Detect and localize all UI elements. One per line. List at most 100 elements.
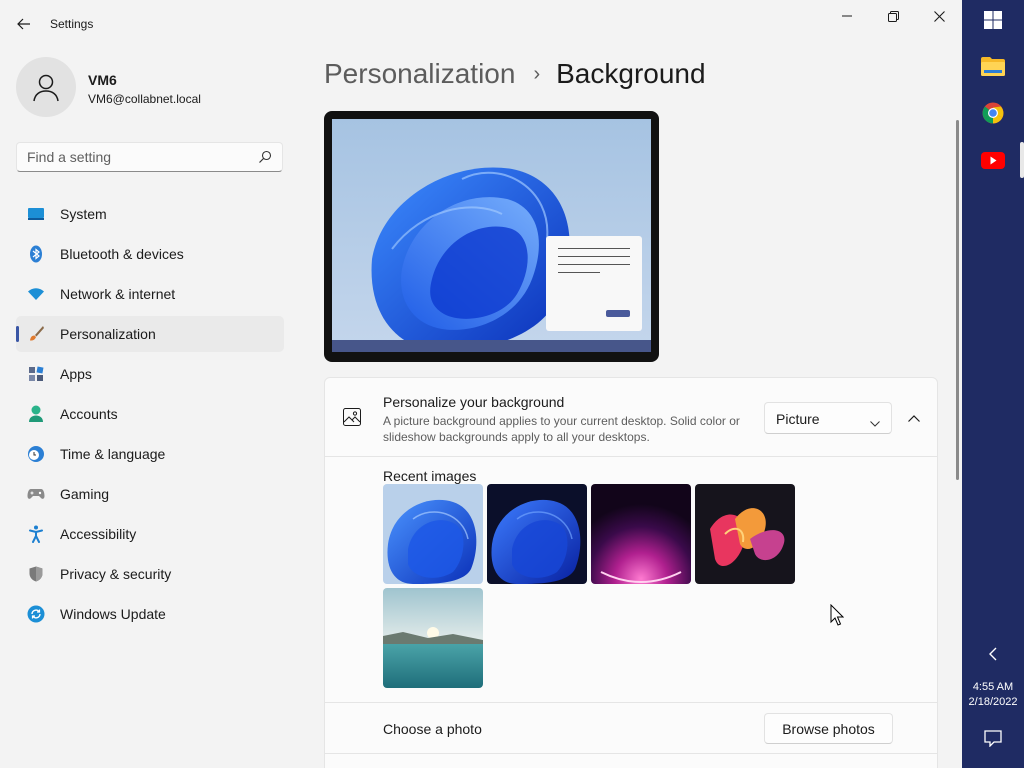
sidebar-item-label: Accessibility bbox=[60, 526, 137, 542]
page-title: Background bbox=[556, 58, 706, 89]
sidebar-item-accounts[interactable]: Accounts bbox=[16, 396, 284, 432]
taskbar-clock[interactable]: 4:55 AM 2/18/2022 bbox=[962, 680, 1024, 710]
background-type-dropdown[interactable]: Picture bbox=[764, 402, 892, 434]
shield-icon bbox=[27, 565, 45, 583]
search-box[interactable] bbox=[16, 142, 283, 172]
wifi-icon bbox=[27, 285, 45, 303]
close-icon bbox=[933, 10, 945, 22]
title-bar: Settings bbox=[0, 0, 962, 48]
taskbar-youtube[interactable] bbox=[977, 144, 1009, 176]
taskbar-file-explorer[interactable] bbox=[977, 50, 1009, 82]
sidebar-item-label: Time & language bbox=[60, 446, 166, 462]
preview-sample-window bbox=[546, 236, 642, 331]
clock-date: 2/18/2022 bbox=[968, 696, 1018, 708]
bluetooth-icon bbox=[27, 245, 45, 263]
sidebar-item-personalization[interactable]: Personalization bbox=[16, 316, 284, 352]
personalize-title: Personalize your background bbox=[383, 394, 565, 410]
breadcrumb-parent[interactable]: Personalization bbox=[324, 58, 515, 90]
glow-purple-image bbox=[591, 484, 691, 584]
accounts-icon bbox=[27, 405, 45, 423]
sidebar-item-label: Apps bbox=[60, 366, 92, 382]
sidebar-item-label: Windows Update bbox=[60, 606, 166, 622]
restore-button[interactable] bbox=[870, 0, 916, 32]
gamepad-icon bbox=[27, 485, 45, 503]
selection-indicator bbox=[16, 326, 19, 342]
browse-photos-button[interactable]: Browse photos bbox=[764, 713, 893, 744]
minimize-icon bbox=[842, 15, 852, 17]
back-arrow-icon bbox=[17, 18, 30, 30]
sidebar-item-privacy[interactable]: Privacy & security bbox=[16, 556, 284, 592]
sidebar-item-gaming[interactable]: Gaming bbox=[16, 476, 284, 512]
minimize-button[interactable] bbox=[824, 0, 870, 32]
avatar[interactable] bbox=[16, 57, 76, 117]
personalize-description: A picture background applies to your cur… bbox=[383, 414, 740, 444]
chevron-down-icon bbox=[870, 414, 880, 432]
preview-wallpaper bbox=[332, 119, 651, 352]
breadcrumb-separator: › bbox=[533, 62, 541, 85]
sidebar-item-network[interactable]: Network & internet bbox=[16, 276, 284, 312]
taskbar: 4:55 AM 2/18/2022 bbox=[962, 0, 1024, 768]
recent-images-label: Recent images bbox=[383, 468, 477, 484]
sidebar-item-time-language[interactable]: Time & language bbox=[16, 436, 284, 472]
recent-image-thumbnail[interactable] bbox=[383, 588, 483, 688]
choose-photo-label: Choose a photo bbox=[383, 721, 482, 737]
recent-image-thumbnail[interactable] bbox=[383, 484, 483, 584]
brush-icon bbox=[27, 325, 45, 343]
lake-sunrise-image bbox=[383, 588, 483, 688]
restore-icon bbox=[887, 10, 899, 22]
sidebar-item-label: Network & internet bbox=[60, 286, 176, 302]
user-icon bbox=[33, 74, 59, 102]
settings-window: Settings VM6 VM6@collabnet.local System … bbox=[0, 0, 962, 768]
collapse-button[interactable] bbox=[900, 402, 928, 434]
sidebar-item-label: Privacy & security bbox=[60, 566, 172, 582]
show-hidden-icons-button[interactable] bbox=[977, 638, 1009, 670]
system-icon bbox=[27, 205, 45, 223]
preview-taskbar bbox=[332, 340, 651, 352]
sidebar-item-windows-update[interactable]: Windows Update bbox=[16, 596, 284, 632]
sidebar-item-label: System bbox=[60, 206, 107, 222]
recent-images-card: Recent images bbox=[324, 457, 938, 703]
action-center-button[interactable] bbox=[977, 722, 1009, 754]
sidebar-item-apps[interactable]: Apps bbox=[16, 356, 284, 392]
scrollbar[interactable] bbox=[956, 120, 959, 480]
search-input[interactable] bbox=[27, 149, 247, 165]
sidebar-item-label: Bluetooth & devices bbox=[60, 246, 184, 262]
recent-image-thumbnail[interactable] bbox=[695, 484, 795, 584]
sidebar-nav: System Bluetooth & devices Network & int… bbox=[16, 196, 284, 636]
close-button[interactable] bbox=[916, 0, 962, 32]
recent-image-thumbnail[interactable] bbox=[591, 484, 691, 584]
image-icon bbox=[343, 408, 361, 431]
user-email: VM6@collabnet.local bbox=[88, 92, 201, 106]
recent-image-thumbnail[interactable] bbox=[487, 484, 587, 584]
accessibility-icon bbox=[27, 525, 45, 543]
back-button[interactable] bbox=[12, 12, 36, 36]
windows-start-icon bbox=[984, 11, 1002, 29]
clock-time: 4:55 AM bbox=[972, 681, 1014, 693]
personalize-background-card: Personalize your background A picture ba… bbox=[324, 377, 938, 457]
start-button[interactable] bbox=[977, 4, 1009, 36]
chevron-up-icon bbox=[908, 414, 920, 422]
sidebar-item-accessibility[interactable]: Accessibility bbox=[16, 516, 284, 552]
file-explorer-icon bbox=[981, 57, 1005, 76]
chevron-left-icon bbox=[989, 647, 997, 661]
sidebar-item-system[interactable]: System bbox=[16, 196, 284, 232]
sidebar-item-label: Gaming bbox=[60, 486, 110, 502]
search-icon[interactable] bbox=[258, 150, 272, 169]
bloom-light-image bbox=[383, 484, 483, 584]
next-settings-card bbox=[324, 754, 938, 768]
desktop-preview bbox=[324, 111, 659, 362]
taskbar-chrome[interactable] bbox=[977, 97, 1009, 129]
breadcrumb: Personalization › Background bbox=[324, 58, 706, 90]
choose-photo-card: Choose a photo Browse photos bbox=[324, 703, 938, 754]
notifications-icon bbox=[984, 729, 1002, 747]
apps-icon bbox=[27, 365, 45, 383]
dropdown-value: Picture bbox=[776, 411, 820, 427]
ribbons-colorful-image bbox=[695, 484, 795, 584]
youtube-icon bbox=[981, 151, 1005, 169]
mouse-cursor-icon bbox=[830, 604, 844, 626]
chrome-icon bbox=[982, 102, 1004, 124]
update-icon bbox=[27, 605, 45, 623]
sidebar-item-label: Personalization bbox=[60, 326, 156, 342]
sidebar-item-bluetooth[interactable]: Bluetooth & devices bbox=[16, 236, 284, 272]
clock-globe-icon bbox=[27, 445, 45, 463]
